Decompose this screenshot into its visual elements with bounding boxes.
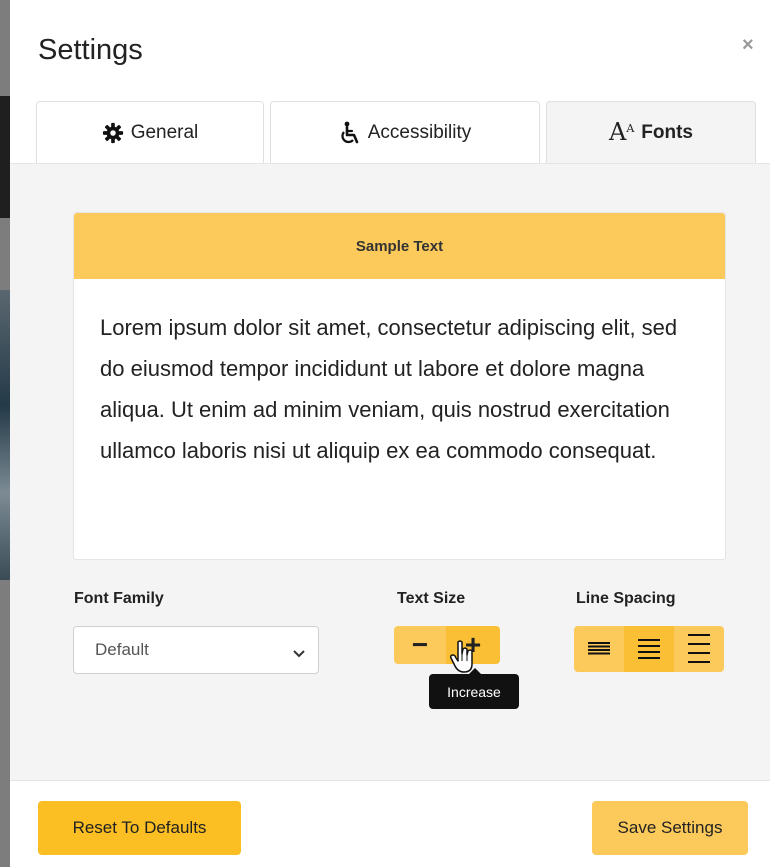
lines-normal-icon (636, 635, 662, 664)
tab-fonts-label: Fonts (641, 122, 693, 143)
line-spacing-controls (574, 626, 724, 672)
fonts-panel: Sample Text Lorem ipsum dolor sit amet, … (10, 163, 770, 780)
chevron-down-icon (292, 644, 306, 664)
font-family-select[interactable]: Default (73, 626, 319, 674)
background-photo-strip (0, 290, 10, 580)
line-spacing-tight-button[interactable] (574, 626, 624, 672)
modal-footer: Reset To Defaults Save Settings (10, 780, 770, 867)
font-family-value: Default (95, 640, 149, 659)
line-spacing-normal-button[interactable] (624, 626, 674, 672)
wheelchair-icon (339, 121, 361, 145)
lines-tight-icon (586, 638, 612, 661)
tab-general[interactable]: General (36, 101, 264, 164)
tab-general-label: General (130, 122, 199, 143)
tab-accessibility-label: Accessibility (367, 122, 472, 143)
hand-pointer-icon (450, 640, 476, 679)
sample-text-body: Lorem ipsum dolor sit amet, consectetur … (100, 315, 678, 463)
text-size-controls: − + (394, 626, 500, 664)
font-family-label: Font Family (74, 590, 164, 607)
tab-accessibility[interactable]: Accessibility (270, 101, 540, 164)
font-size-icon-glyph: A (608, 118, 627, 146)
increase-tooltip: Increase (429, 668, 519, 709)
decrease-text-size-button[interactable]: − (394, 626, 446, 664)
text-size-label: Text Size (397, 590, 466, 607)
settings-modal: Settings × General Accessibility A A Fon… (10, 0, 770, 867)
gear-icon (102, 122, 124, 144)
sample-text-header: Sample Text (74, 213, 725, 279)
modal-title: Settings (38, 34, 143, 66)
close-button[interactable]: × (742, 34, 754, 57)
save-settings-button[interactable]: Save Settings (592, 801, 748, 855)
font-size-icon-superscript: A (626, 121, 635, 135)
line-spacing-wide-button[interactable] (674, 626, 724, 672)
lines-wide-icon (686, 631, 712, 668)
line-spacing-label: Line Spacing (576, 590, 676, 607)
tab-fonts[interactable]: AA Fonts (546, 101, 756, 164)
background-dark-strip (0, 96, 10, 218)
reset-to-defaults-button[interactable]: Reset To Defaults (38, 801, 241, 855)
font-size-icon: AA (609, 118, 634, 146)
sample-text-card: Sample Text Lorem ipsum dolor sit amet, … (73, 212, 726, 560)
